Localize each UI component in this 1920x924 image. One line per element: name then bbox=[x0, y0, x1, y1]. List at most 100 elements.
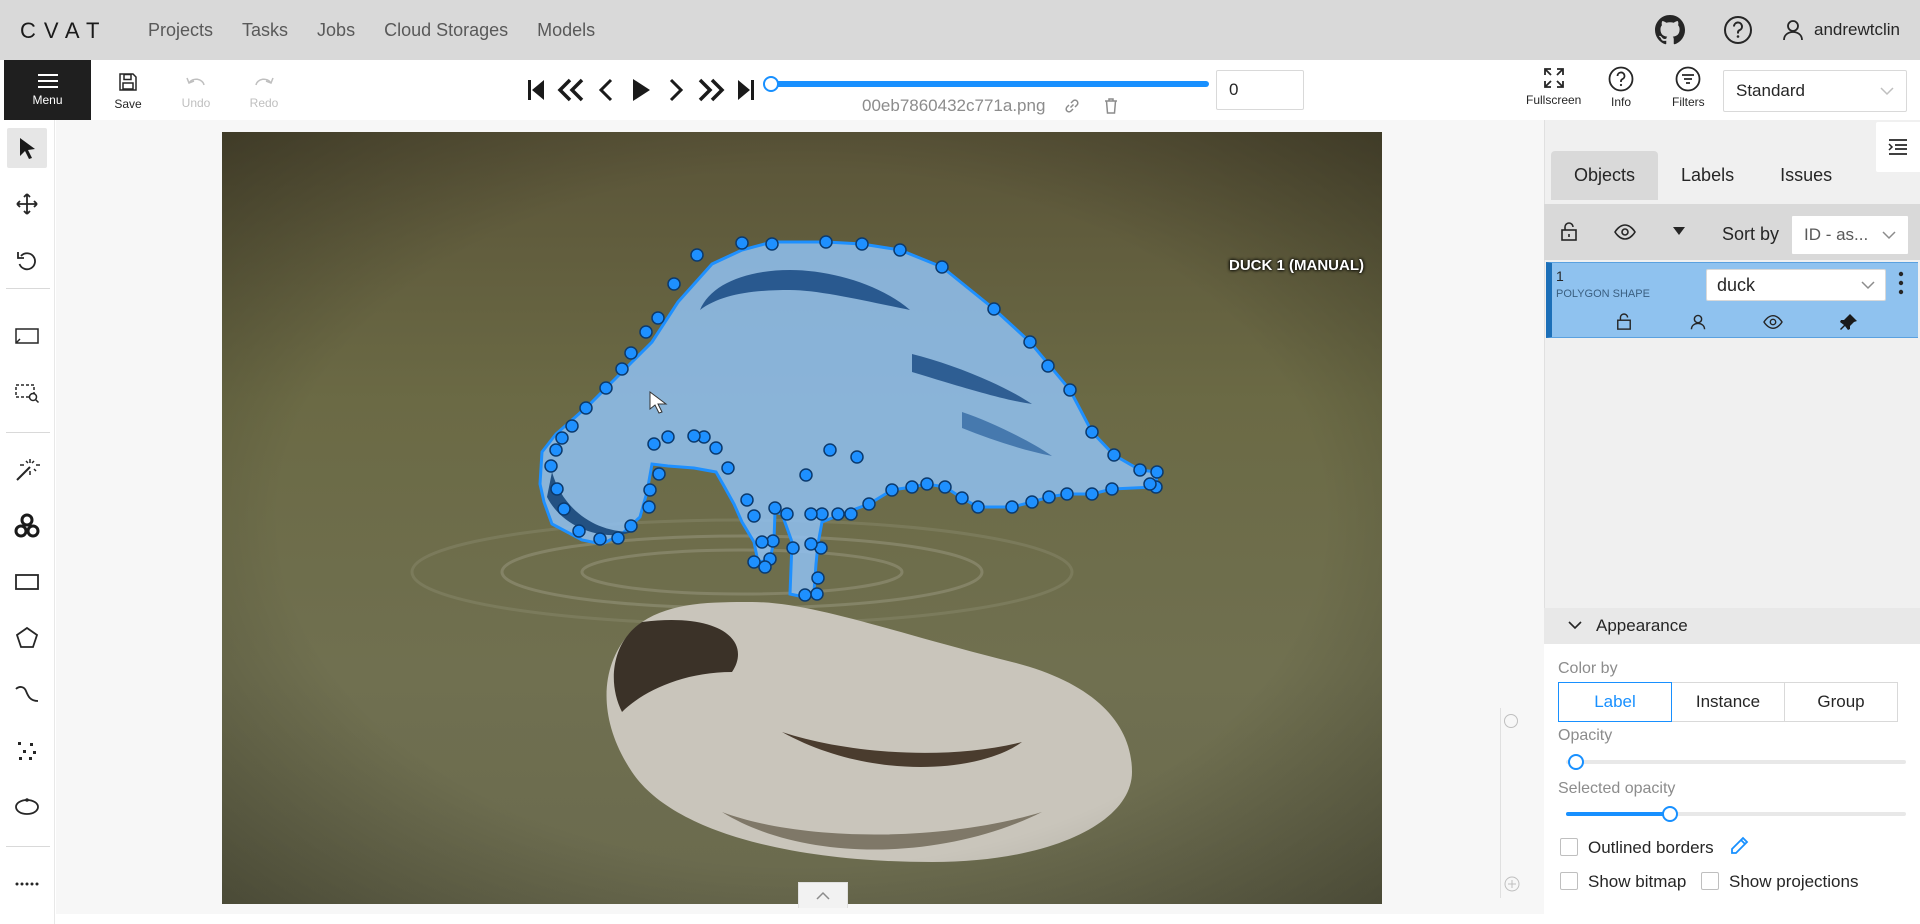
menu-button[interactable]: Menu bbox=[4, 60, 91, 120]
workspace-select[interactable]: Standard bbox=[1723, 70, 1907, 112]
more-vertical-icon[interactable] bbox=[1897, 270, 1905, 296]
image-scene bbox=[222, 132, 1382, 904]
object-id: 1 bbox=[1556, 268, 1564, 284]
show-projections-checkbox[interactable] bbox=[1701, 872, 1719, 890]
cursor-icon bbox=[20, 138, 35, 159]
nav-projects[interactable]: Projects bbox=[148, 20, 213, 41]
opacity-slider[interactable] bbox=[1566, 760, 1906, 764]
zoom-in-icon[interactable] bbox=[1504, 876, 1520, 892]
cursor-tool[interactable] bbox=[7, 128, 47, 168]
ellipse-tool[interactable] bbox=[7, 787, 47, 827]
nav-cloud-storages[interactable]: Cloud Storages bbox=[384, 20, 508, 41]
cvat-logo[interactable]: CVAT bbox=[20, 18, 107, 44]
save-label: Save bbox=[114, 96, 142, 111]
annotated-image[interactable] bbox=[222, 132, 1382, 904]
chevron-down-icon bbox=[1861, 281, 1875, 290]
canvas-zoom-bar bbox=[1500, 708, 1524, 898]
rectangle-tool[interactable] bbox=[7, 562, 47, 602]
tab-labels[interactable]: Labels bbox=[1658, 151, 1757, 200]
opacity-slider-handle[interactable] bbox=[1568, 754, 1584, 770]
link-icon[interactable] bbox=[1063, 97, 1081, 115]
move-tool[interactable] bbox=[7, 184, 47, 224]
magic-wand-icon bbox=[16, 459, 40, 481]
opacity-label: Opacity bbox=[1558, 727, 1613, 744]
canvas-bottom-handle[interactable] bbox=[798, 882, 848, 908]
zoom-region-tool[interactable] bbox=[7, 373, 47, 413]
tab-objects[interactable]: Objects bbox=[1551, 151, 1659, 200]
color-by-label-button[interactable]: Label bbox=[1558, 682, 1672, 722]
chevron-down-icon bbox=[1880, 87, 1894, 96]
chevron-right-icon bbox=[669, 78, 683, 102]
polygon-tool[interactable] bbox=[7, 618, 47, 658]
zoom-slider-handle[interactable] bbox=[1504, 714, 1518, 728]
sidebar-collapse-button[interactable] bbox=[1876, 122, 1920, 172]
more-tools[interactable] bbox=[7, 864, 47, 904]
selected-opacity-label: Selected opacity bbox=[1558, 780, 1676, 797]
shape-label-text: DUCK 1 (MANUAL) bbox=[1229, 257, 1364, 274]
nav-jobs[interactable]: Jobs bbox=[317, 20, 355, 41]
rotate-tool[interactable] bbox=[7, 241, 47, 281]
color-picker-icon[interactable] bbox=[1729, 836, 1749, 856]
fit-image-tool[interactable] bbox=[7, 316, 47, 356]
forward-step-button[interactable] bbox=[693, 73, 728, 107]
outlined-borders-checkbox[interactable] bbox=[1560, 838, 1578, 856]
color-by-instance-button[interactable]: Instance bbox=[1671, 682, 1785, 722]
ellipse-icon bbox=[15, 798, 39, 815]
info-button[interactable]: Info bbox=[1608, 66, 1634, 116]
user-icon bbox=[1783, 20, 1803, 41]
appearance-header[interactable]: Appearance bbox=[1544, 608, 1920, 644]
user-object-icon[interactable] bbox=[1690, 313, 1706, 331]
lock-object-icon[interactable] bbox=[1616, 313, 1632, 331]
sort-by-label: Sort by bbox=[1722, 224, 1780, 244]
opencv-tool[interactable] bbox=[7, 506, 47, 546]
points-icon bbox=[18, 742, 36, 760]
sort-by-select[interactable]: ID - as... bbox=[1791, 215, 1909, 255]
nav-tasks[interactable]: Tasks bbox=[242, 20, 288, 41]
double-chevron-left-icon bbox=[557, 78, 583, 102]
filename-text: 00eb7860432c771a.png bbox=[862, 96, 1046, 115]
frame-filename: 00eb7860432c771a.png bbox=[862, 96, 1045, 116]
selected-opacity-handle[interactable] bbox=[1662, 806, 1678, 822]
pin-icon[interactable] bbox=[1840, 313, 1858, 331]
back-step-button[interactable] bbox=[553, 73, 588, 107]
eye-object-icon[interactable] bbox=[1763, 313, 1783, 331]
fullscreen-button[interactable]: Fullscreen bbox=[1526, 66, 1581, 116]
redo-label: Redo bbox=[249, 95, 279, 110]
sidebar-tabs: Objects Labels Issues bbox=[1551, 151, 1855, 200]
next-frame-button[interactable] bbox=[658, 73, 693, 107]
polyline-tool[interactable] bbox=[7, 675, 47, 715]
show-bitmap-checkbox[interactable] bbox=[1560, 872, 1578, 890]
undo-button[interactable]: Undo bbox=[166, 66, 226, 116]
nav-models[interactable]: Models bbox=[537, 20, 595, 41]
object-label-select[interactable]: duck bbox=[1706, 269, 1886, 301]
play-button[interactable] bbox=[623, 73, 658, 107]
fullscreen-icon bbox=[1543, 68, 1564, 88]
redo-button[interactable]: Redo bbox=[234, 66, 294, 116]
tab-issues[interactable]: Issues bbox=[1757, 151, 1855, 200]
save-button[interactable]: Save bbox=[98, 66, 158, 116]
caret-down-icon[interactable] bbox=[1672, 226, 1686, 236]
object-label-value: duck bbox=[1717, 274, 1756, 295]
fit-image-icon bbox=[15, 328, 39, 344]
delete-frame-icon[interactable] bbox=[1102, 97, 1120, 115]
color-by-group-button[interactable]: Group bbox=[1784, 682, 1898, 722]
github-icon[interactable] bbox=[1654, 14, 1686, 46]
frame-slider-handle[interactable] bbox=[763, 76, 779, 92]
chevron-left-icon bbox=[598, 78, 612, 102]
first-frame-button[interactable] bbox=[518, 73, 553, 107]
filters-button[interactable]: Filters bbox=[1672, 66, 1705, 116]
magic-wand-tool[interactable] bbox=[7, 450, 47, 490]
help-icon[interactable] bbox=[1722, 14, 1754, 46]
previous-frame-button[interactable] bbox=[588, 73, 623, 107]
user-menu[interactable]: andrewtclin bbox=[1782, 19, 1900, 41]
frame-slider-track[interactable] bbox=[771, 81, 1209, 87]
show-bitmap-label: Show bitmap bbox=[1588, 872, 1687, 891]
first-frame-icon bbox=[527, 80, 544, 100]
points-tool[interactable] bbox=[7, 731, 47, 771]
frame-number-input[interactable]: 0 bbox=[1216, 70, 1304, 110]
unlock-all-icon[interactable] bbox=[1560, 222, 1578, 242]
filters-label: Filters bbox=[1672, 95, 1705, 109]
main-nav: Projects Tasks Jobs Cloud Storages Model… bbox=[148, 0, 624, 60]
eye-icon[interactable] bbox=[1614, 222, 1636, 242]
last-frame-button[interactable] bbox=[728, 73, 763, 107]
